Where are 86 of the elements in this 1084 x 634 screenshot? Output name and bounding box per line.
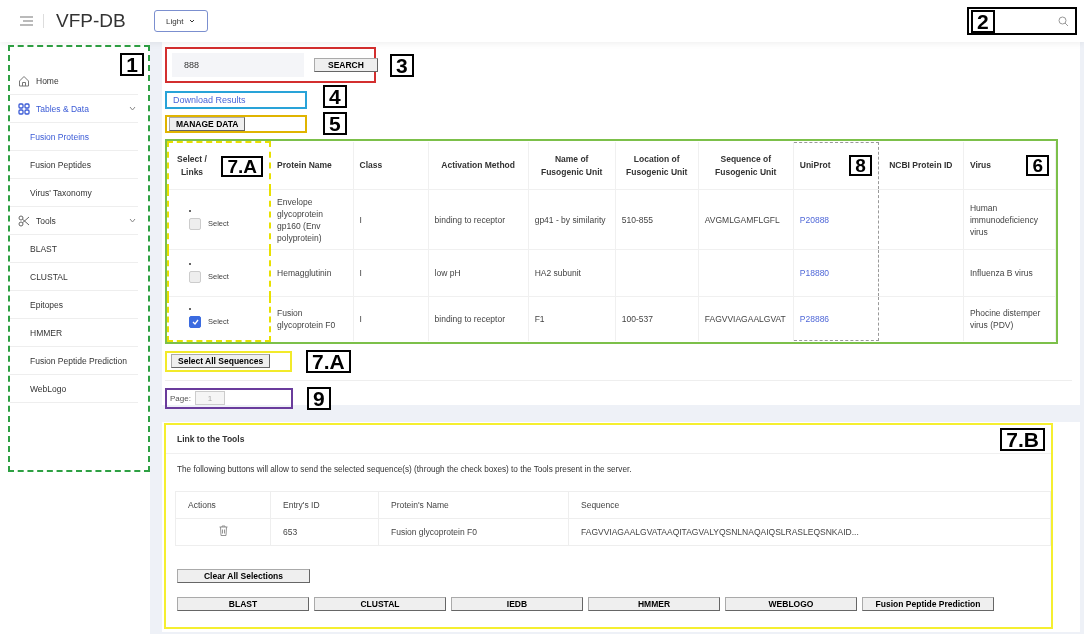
table-cell: FAGVVIAGAALGVATAAQITAGVALYQSNLNAQAIQSLRASLEQSNKAID... <box>581 527 859 537</box>
column-header: Sequence of Fusogenic Unit <box>715 153 777 177</box>
tool-button[interactable]: CLUSTAL <box>314 597 446 611</box>
table-cell: gp41 - by similarity <box>534 214 606 225</box>
panel-title: Link to the Tools <box>177 434 245 444</box>
sidebar-subitem[interactable]: Fusion Peptides <box>10 151 138 179</box>
table-cell: Fusion glycoprotein F0 <box>391 527 477 537</box>
callout-label: 7.A <box>306 349 351 373</box>
column-header: Class <box>359 160 383 170</box>
table-cell: Influenza B virus <box>969 268 1033 278</box>
manage-data-button[interactable]: MANAGE DATA <box>169 116 246 131</box>
table-cell: I <box>359 268 362 278</box>
sidebar-subitem[interactable]: Virus' Taxonomy <box>10 179 138 207</box>
table-cell: I <box>359 313 362 324</box>
sidebar-subitem[interactable]: Epitopes <box>10 291 138 319</box>
callout-label: 5 <box>323 112 347 135</box>
search-button[interactable]: SEARCH <box>314 58 378 72</box>
table-cell: HA2 subunit <box>534 268 581 278</box>
column-header: Actions <box>188 500 216 510</box>
sidebar-subitem[interactable]: WebLogo <box>10 375 138 403</box>
column-header: Entry's ID <box>283 500 320 510</box>
sidebar-subitem[interactable]: Fusion Peptide Prediction <box>10 347 138 375</box>
search-icon[interactable] <box>1058 15 1069 27</box>
tool-button[interactable]: Fusion Peptide Prediction <box>862 597 994 611</box>
panel-description: The following buttons will allow to send the selected sequence(s) (through the check boxes) to the Tools present in the server. <box>176 464 633 474</box>
column-header: Select / Links <box>176 153 208 179</box>
column-header: Protein Name <box>277 160 332 170</box>
checkbox[interactable] <box>189 316 201 329</box>
table-cell: Phocine distemper virus (PDV) <box>969 307 1041 330</box>
caret-icon <box>189 19 196 23</box>
download-link[interactable]: Download Results <box>173 95 246 105</box>
sidebar-subitem[interactable]: HMMER <box>10 319 138 347</box>
column-header: Sequence <box>581 500 620 510</box>
table-cell: binding to receptor <box>434 313 506 324</box>
table-cell: AVGMLGAMFLGFL <box>704 214 780 225</box>
callout-label: 4 <box>323 84 347 108</box>
table-cell: F1 <box>534 313 545 324</box>
table-cell: 653 <box>283 527 298 537</box>
callout-label: 8 <box>849 155 872 177</box>
trash-icon[interactable] <box>218 525 228 536</box>
search-field[interactable]: 888 <box>172 53 304 77</box>
sidebar-subitem[interactable]: Fusion Proteins <box>10 123 138 151</box>
column-header: Name of Fusogenic Unit <box>541 153 603 177</box>
home-icon <box>18 74 30 87</box>
table-cell: Human immunodeficiency virus <box>969 202 1038 237</box>
menu-icon[interactable] <box>20 16 33 26</box>
uniprot-link[interactable]: P18880 <box>799 268 830 278</box>
tool-button[interactable]: WEBLOGO <box>725 597 857 611</box>
column-header: Virus <box>969 159 991 172</box>
uniprot-link[interactable]: P20888 <box>799 214 830 225</box>
table-cell: 100-537 <box>621 313 653 324</box>
uniprot-link[interactable]: P28886 <box>799 313 830 324</box>
tool-button[interactable]: HMMER <box>588 597 720 611</box>
column-header: NCBI Protein ID <box>889 160 953 170</box>
theme-select[interactable]: Light <box>153 10 208 32</box>
app-title: VFP-DB <box>56 10 126 32</box>
column-header: Protein's Name <box>391 500 449 510</box>
table-cell: binding to receptor <box>434 214 506 225</box>
sidebar-subitem[interactable]: BLAST <box>10 235 138 263</box>
column-header: Activation Method <box>441 160 515 170</box>
table-cell: 510-855 <box>621 214 653 225</box>
table-cell: Fusion glycoprotein F0 <box>277 307 336 330</box>
table-cell: FAGVVIAGAALGVAT <box>704 313 786 324</box>
table-cell: I <box>359 214 362 225</box>
callout-label: 3 <box>390 53 414 77</box>
clear-selections-button[interactable]: Clear All Selections <box>177 569 310 583</box>
table-cell: Envelope glycoprotein gp160 (Env polyprotein) <box>277 196 323 243</box>
grid-icon <box>18 102 30 115</box>
tool-button[interactable]: IEDB <box>451 597 583 611</box>
scissors-icon <box>18 214 30 227</box>
table-cell: Hemagglutinin <box>277 268 332 278</box>
callout-label: 6 <box>1026 155 1049 176</box>
callout-label: 7.A <box>221 155 264 177</box>
sidebar-item[interactable]: Tables & Data <box>10 95 138 123</box>
tool-button[interactable]: BLAST <box>177 597 309 611</box>
column-header: UniProt <box>799 159 831 173</box>
callout-label: 7.B <box>1000 427 1045 451</box>
select-all-button[interactable]: Select All Sequences <box>171 354 271 368</box>
callout-label: 1 <box>120 53 144 76</box>
callout-label: 9 <box>307 386 331 410</box>
page-label: Page: <box>170 393 191 403</box>
sidebar-subitem[interactable]: CLUSTAL <box>10 263 138 291</box>
column-header: Location of Fusogenic Unit <box>626 153 688 177</box>
callout-label: 2 <box>971 9 995 33</box>
sidebar-item[interactable]: Tools <box>10 207 138 235</box>
table-cell: low pH <box>434 268 461 278</box>
